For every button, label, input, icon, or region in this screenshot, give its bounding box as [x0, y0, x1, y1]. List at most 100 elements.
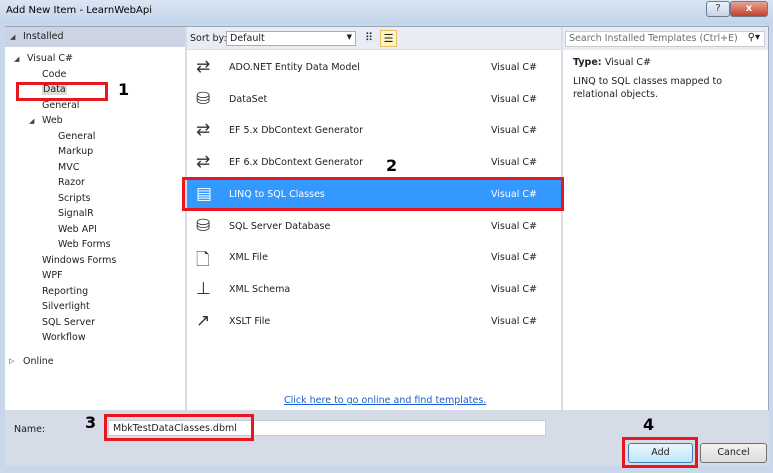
tree-item[interactable]: General [58, 131, 95, 142]
annotation-box-3 [104, 414, 254, 441]
template-name: EF 5.x DbContext Generator [229, 125, 364, 137]
window-title: Add New Item - LearnWebApi [6, 5, 152, 16]
template-row[interactable]: ⇄ EF 5.x DbContext Generator Visual C# [187, 116, 561, 146]
dataset-icon: ⛁ [196, 88, 211, 109]
type-label: Type: [573, 57, 602, 68]
annotation-number-1: 1 [118, 80, 130, 99]
database-icon: ⛁ [196, 215, 211, 236]
search-toolbar: Search Installed Templates (Ctrl+E) ⚲▾ [563, 27, 768, 50]
template-row[interactable]: ↗ XSLT File Visual C# [187, 307, 561, 337]
tree-item-label: SignalR [58, 208, 94, 219]
grid-icon: ⠿ [364, 31, 374, 44]
chevron-down-icon: ▼ [346, 33, 352, 41]
tree-item[interactable]: ◢ Web [29, 115, 63, 126]
details-panel: Type: Visual C# LINQ to SQL classes mapp… [563, 50, 768, 410]
ef-generator-icon: ⇄ [196, 152, 211, 173]
tree-item-label: Web Forms [58, 239, 111, 250]
tree-item-label: SQL Server [42, 316, 95, 328]
template-type: Visual C# [491, 125, 537, 137]
tree-item-label: Markup [58, 146, 94, 157]
template-name: SQL Server Database [229, 220, 331, 232]
annotation-number-2: 2 [386, 156, 398, 175]
template-name: ADO.NET Entity Data Model [229, 62, 360, 73]
template-type: Visual C# [491, 315, 537, 327]
tree-item[interactable]: SignalR [58, 208, 94, 219]
help-button[interactable]: ? [706, 1, 730, 17]
template-description: LINQ to SQL classes mapped to relational… [573, 76, 723, 100]
tree-item[interactable]: Reporting [42, 286, 88, 297]
tree-item-label: Silverlight [42, 301, 90, 312]
tree-item-label: Workflow [42, 332, 86, 343]
template-type: Visual C# [491, 252, 537, 264]
cancel-button[interactable]: Cancel [700, 443, 767, 463]
template-row[interactable]: ⇄ EF 6.x DbContext Generator Visual C# [187, 148, 561, 178]
tree-item-label: Scripts [58, 192, 91, 204]
sort-value: Default [230, 33, 265, 44]
tree-item[interactable]: ◢ Visual C# [14, 53, 73, 64]
expanded-icon: ◢ [29, 117, 35, 125]
name-label: Name: [14, 424, 46, 435]
tree-item-label: WPF [42, 270, 63, 281]
search-input[interactable]: Search Installed Templates (Ctrl+E) ⚲▾ [565, 31, 765, 47]
search-icon: ⚲▾ [747, 32, 760, 43]
tree-item[interactable]: Web API [58, 224, 97, 235]
online-templates-link[interactable]: Click here to go online and find templat… [284, 395, 486, 406]
tree-item-label: General [42, 99, 80, 111]
template-row[interactable]: ⛁ DataSet Visual C# [187, 85, 561, 115]
tree-item-label: Visual C# [27, 53, 73, 64]
list-icon: ☰ [383, 32, 394, 45]
tree-item[interactable]: MVC [58, 162, 79, 173]
xml-file-icon: 🗋 [196, 250, 210, 271]
template-name: EF 6.x DbContext Generator [229, 157, 364, 169]
close-button[interactable]: x [730, 1, 768, 17]
tree-item-label: Code [42, 68, 67, 80]
tree-item-label: Razor [58, 177, 85, 188]
entity-model-icon: ⇄ [196, 57, 211, 77]
template-type: Visual C# [491, 62, 537, 73]
template-type: Visual C# [491, 93, 537, 105]
collapse-icon: ◢ [10, 33, 16, 41]
annotation-box-2 [182, 177, 564, 211]
search-placeholder: Search Installed Templates (Ctrl+E) [569, 33, 738, 44]
tree-item[interactable]: SQL Server [42, 317, 95, 328]
type-value: Visual C# [605, 57, 651, 68]
tree-item[interactable]: WPF [42, 270, 63, 281]
medium-icons-view-button[interactable]: ⠿ [362, 31, 376, 46]
expanded-icon: ◢ [14, 55, 20, 63]
template-name: XML File [229, 252, 268, 264]
tree-item[interactable]: General [42, 100, 79, 111]
tree-item[interactable]: Code [42, 69, 66, 80]
tree-item[interactable]: Windows Forms [42, 255, 116, 266]
tree-item[interactable]: Markup [58, 146, 93, 157]
template-name: DataSet [229, 93, 268, 105]
sort-dropdown[interactable]: Default ▼ [226, 31, 356, 46]
annotation-box-4 [622, 437, 698, 468]
tree-item[interactable]: Scripts [58, 193, 91, 204]
xslt-file-icon: ↗ [196, 310, 211, 331]
tree-item[interactable]: Web Forms [58, 239, 111, 250]
xml-schema-icon: ⊥ [196, 278, 211, 299]
template-row[interactable]: 🗋 XML File Visual C# [187, 243, 561, 273]
online-label: Online [23, 356, 54, 367]
tree-item-label: Web [42, 115, 63, 126]
ef-generator-icon: ⇄ [196, 120, 211, 141]
template-type: Visual C# [491, 220, 537, 232]
annotation-number-4: 4 [643, 415, 655, 434]
template-type: Visual C# [491, 283, 537, 295]
tree-item-label: MVC [58, 161, 80, 173]
tree-item[interactable]: Silverlight [42, 301, 90, 312]
tree-item-label: Web API [58, 223, 97, 235]
expand-icon: ▷ [9, 357, 15, 365]
template-row[interactable]: ⛁ SQL Server Database Visual C# [187, 212, 561, 242]
installed-header[interactable]: ◢ Installed [5, 27, 185, 47]
template-row[interactable]: ⊥ XML Schema Visual C# [187, 275, 561, 305]
tree-item[interactable]: Workflow [42, 332, 86, 343]
tree-item-label: Reporting [42, 285, 89, 297]
annotation-box-1 [16, 82, 108, 101]
template-name: XSLT File [229, 315, 271, 327]
template-row[interactable]: ⇄ ADO.NET Entity Data Model Visual C# [187, 53, 561, 83]
list-view-button[interactable]: ☰ [380, 30, 397, 47]
annotation-number-3: 3 [85, 413, 97, 432]
tree-item[interactable]: Razor [58, 177, 85, 188]
tree-item-label: Windows Forms [42, 254, 117, 266]
